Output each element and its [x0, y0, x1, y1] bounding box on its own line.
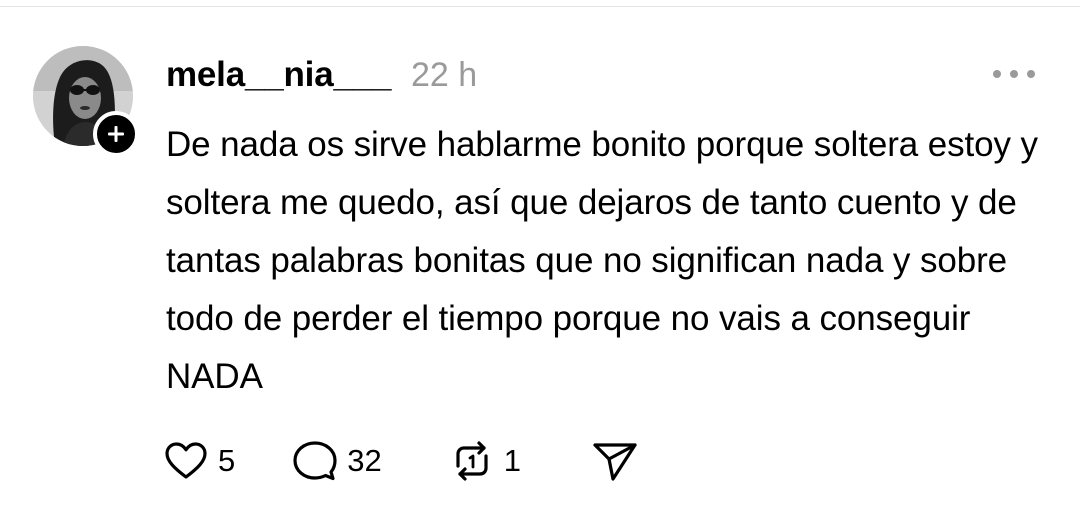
- plus-icon: [108, 126, 124, 142]
- reply-button[interactable]: 32: [293, 440, 382, 482]
- more-horizontal-icon: [993, 70, 1035, 78]
- follow-button[interactable]: [93, 111, 139, 157]
- repost-button[interactable]: 1: [450, 440, 521, 482]
- send-icon: [593, 443, 637, 481]
- post-text: De nada os sirve hablarme bonito porque …: [166, 125, 1038, 396]
- like-count: 5: [218, 443, 236, 478]
- repost-icon: [456, 441, 488, 481]
- reply-count: 32: [347, 443, 382, 478]
- divider: [0, 6, 1080, 7]
- more-button[interactable]: [988, 60, 1040, 88]
- thread-post: mela__nia___ 22 h De nada os sirve habla…: [0, 0, 1080, 515]
- action-bar: 5 32 1: [164, 435, 639, 487]
- share-button[interactable]: [591, 440, 639, 482]
- username[interactable]: mela__nia___: [166, 54, 391, 96]
- comment-icon: [293, 441, 337, 481]
- like-button[interactable]: 5: [164, 441, 235, 481]
- timestamp: 22 h: [411, 56, 478, 94]
- repost-count: 1: [503, 443, 521, 478]
- heart-icon: [165, 442, 207, 479]
